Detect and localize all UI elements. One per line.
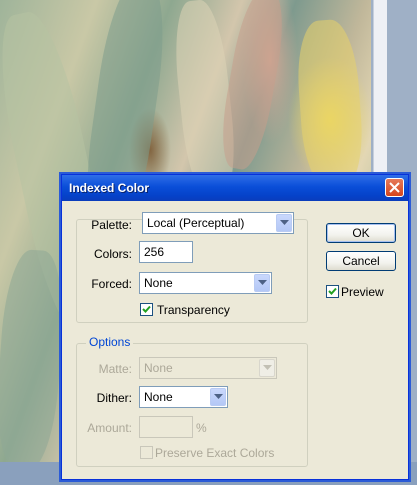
cancel-button[interactable]: Cancel (326, 251, 396, 271)
ok-button[interactable]: OK (326, 223, 396, 243)
palette-label: Palette: (91, 218, 132, 232)
colors-input[interactable]: 256 (139, 241, 193, 263)
palette-select[interactable]: Local (Perceptual) (142, 212, 294, 234)
transparency-checkbox[interactable] (140, 303, 153, 316)
options-legend: Options (86, 335, 134, 349)
preview-label[interactable]: Preview (341, 285, 384, 299)
amount-input[interactable] (139, 416, 193, 438)
preview-checkbox[interactable] (326, 285, 339, 298)
chevron-down-icon[interactable] (210, 388, 226, 406)
amount-unit: % (196, 421, 207, 435)
colors-value: 256 (144, 245, 165, 259)
preserve-exact-colors-label[interactable]: Preserve Exact Colors (155, 446, 274, 460)
checkmark-icon (142, 305, 151, 313)
preserve-exact-colors-checkbox[interactable] (140, 446, 153, 459)
chevron-down-icon[interactable] (259, 359, 275, 377)
dither-value: None (144, 390, 173, 404)
matte-label: Matte: (98, 362, 132, 376)
close-icon (389, 182, 400, 193)
forced-select[interactable]: None (139, 272, 272, 294)
dialog-title: Indexed Color (69, 181, 150, 195)
close-button[interactable] (385, 178, 404, 197)
matte-value: None (144, 361, 173, 375)
matte-select[interactable]: None (139, 357, 277, 379)
palette-value: Local (Perceptual) (147, 216, 245, 230)
colors-label: Colors: (93, 247, 132, 261)
dither-select[interactable]: None (139, 386, 228, 408)
transparency-label[interactable]: Transparency (157, 303, 230, 317)
chevron-down-icon[interactable] (254, 274, 270, 292)
dialog-titlebar[interactable]: Indexed Color (62, 175, 408, 201)
amount-label: Amount: (87, 421, 132, 435)
checkmark-icon (328, 287, 337, 295)
dither-label: Dither: (96, 391, 132, 405)
indexed-color-dialog: Indexed Color Palette: Local (Perceptual… (61, 174, 409, 480)
forced-value: None (144, 276, 173, 290)
chevron-down-icon[interactable] (276, 214, 292, 232)
forced-label: Forced: (91, 277, 132, 291)
